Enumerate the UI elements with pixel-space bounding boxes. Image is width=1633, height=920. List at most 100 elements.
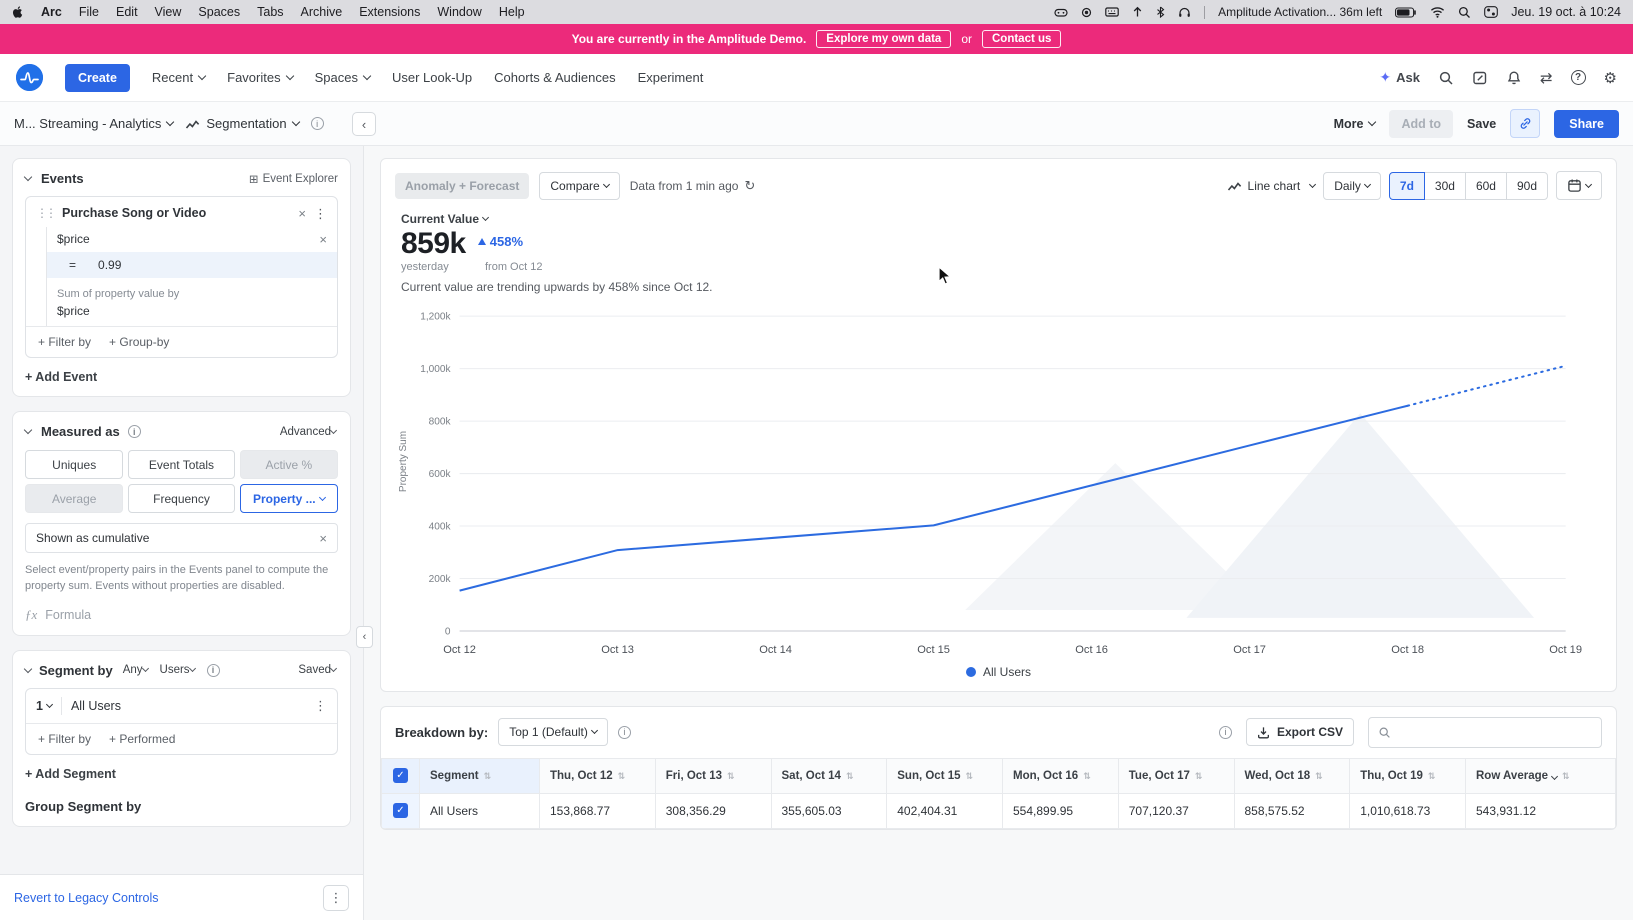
refresh-icon[interactable]: ↻ bbox=[744, 178, 755, 194]
info-icon[interactable]: i bbox=[128, 425, 141, 438]
collapse-section-icon[interactable] bbox=[24, 665, 32, 673]
menubar-status-text[interactable]: Amplitude Activation... 36m left bbox=[1218, 5, 1382, 19]
saved-dropdown[interactable]: Saved bbox=[298, 664, 338, 676]
record-dot-icon[interactable] bbox=[1081, 7, 1092, 18]
project-selector[interactable]: M... Streaming - Analytics bbox=[14, 116, 173, 131]
operator-select[interactable]: = bbox=[69, 258, 76, 272]
info-icon[interactable]: i bbox=[618, 726, 631, 739]
sum-property-name[interactable]: $price bbox=[57, 300, 327, 318]
column-header-oct19[interactable]: Thu, Oct 19⇅ bbox=[1350, 758, 1466, 793]
ask-ai-button[interactable]: ✦Ask bbox=[1379, 69, 1420, 86]
property-value[interactable]: 0.99 bbox=[98, 258, 121, 272]
apple-menu-icon[interactable] bbox=[12, 5, 24, 19]
event-options-icon[interactable]: ⋮ bbox=[314, 207, 327, 220]
row-checkbox[interactable]: ✓ bbox=[393, 803, 408, 818]
menubar-menu-archive[interactable]: Archive bbox=[301, 5, 343, 19]
nav-favorites[interactable]: Favorites bbox=[227, 70, 292, 85]
nav-cohorts-audiences[interactable]: Cohorts & Audiences bbox=[494, 70, 615, 85]
compose-icon[interactable] bbox=[1472, 70, 1488, 86]
menubar-app-name[interactable]: Arc bbox=[41, 5, 62, 19]
event-name[interactable]: Purchase Song or Video bbox=[62, 206, 290, 220]
add-segment-button[interactable]: + Add Segment bbox=[25, 767, 338, 781]
chart-type-selector[interactable]: Line chart bbox=[1227, 179, 1316, 193]
granularity-dropdown[interactable]: Daily bbox=[1323, 172, 1381, 200]
game-controller-icon[interactable] bbox=[1054, 7, 1068, 18]
info-icon[interactable]: i bbox=[207, 664, 220, 677]
measure-uniques-button[interactable]: Uniques bbox=[25, 450, 123, 479]
battery-icon[interactable] bbox=[1395, 7, 1417, 18]
copy-link-icon[interactable] bbox=[1510, 109, 1540, 138]
compare-button[interactable]: Compare bbox=[539, 172, 619, 200]
formula-button[interactable]: ƒx Formula bbox=[25, 607, 338, 623]
column-header-oct12[interactable]: Thu, Oct 12⇅ bbox=[540, 758, 656, 793]
property-filter-condition[interactable]: = 0.99 bbox=[47, 252, 337, 278]
measure-event-totals-button[interactable]: Event Totals bbox=[128, 450, 234, 479]
collapse-section-icon[interactable] bbox=[24, 426, 32, 434]
info-icon[interactable]: i bbox=[1219, 726, 1232, 739]
segment-cell[interactable]: All Users bbox=[420, 793, 540, 828]
create-button[interactable]: Create bbox=[65, 64, 130, 92]
filter-by-button[interactable]: + Filter by bbox=[38, 335, 91, 349]
menubar-menu-tabs[interactable]: Tabs bbox=[257, 5, 283, 19]
keyboard-icon[interactable] bbox=[1105, 7, 1119, 17]
panel-collapse-handle[interactable]: ‹ bbox=[356, 626, 373, 648]
any-dropdown[interactable]: Any bbox=[123, 664, 150, 676]
menubar-menu-edit[interactable]: Edit bbox=[116, 5, 138, 19]
search-icon[interactable] bbox=[1438, 70, 1454, 86]
measure-frequency-button[interactable]: Frequency bbox=[128, 484, 234, 513]
help-icon[interactable]: ? bbox=[1571, 70, 1586, 85]
menubar-menu-extensions[interactable]: Extensions bbox=[359, 5, 420, 19]
column-header-oct18[interactable]: Wed, Oct 18⇅ bbox=[1234, 758, 1350, 793]
export-csv-button[interactable]: Export CSV bbox=[1246, 718, 1354, 746]
settings-gear-icon[interactable]: ⚙ bbox=[1604, 69, 1617, 87]
menubar-menu-view[interactable]: View bbox=[155, 5, 182, 19]
menubar-menu-window[interactable]: Window bbox=[437, 5, 481, 19]
remove-event-icon[interactable]: × bbox=[298, 207, 306, 220]
column-header-row-average[interactable]: Row Average⇅ bbox=[1466, 758, 1616, 793]
nav-user-lookup[interactable]: User Look-Up bbox=[392, 70, 472, 85]
column-header-segment[interactable]: Segment⇅ bbox=[420, 758, 540, 793]
headphones-icon[interactable] bbox=[1178, 6, 1191, 18]
collapse-section-icon[interactable] bbox=[24, 173, 32, 181]
menubar-menu-help[interactable]: Help bbox=[499, 5, 525, 19]
amplitude-logo[interactable] bbox=[16, 64, 43, 91]
control-center-icon[interactable] bbox=[1484, 6, 1498, 18]
drag-handle-icon[interactable]: ⋮⋮ bbox=[36, 206, 54, 220]
nav-spaces[interactable]: Spaces bbox=[315, 70, 370, 85]
revert-legacy-controls-link[interactable]: Revert to Legacy Controls bbox=[14, 891, 159, 905]
remove-cumulative-icon[interactable]: × bbox=[319, 532, 327, 545]
group-by-button[interactable]: + Group-by bbox=[109, 335, 169, 349]
users-dropdown[interactable]: Users bbox=[160, 664, 197, 676]
sidebar-collapse-button[interactable]: ‹ bbox=[352, 112, 376, 136]
menubar-menu-file[interactable]: File bbox=[79, 5, 99, 19]
menubar-menu-spaces[interactable]: Spaces bbox=[198, 5, 240, 19]
nav-recent[interactable]: Recent bbox=[152, 70, 205, 85]
bluetooth-icon[interactable] bbox=[1156, 6, 1165, 18]
column-header-oct14[interactable]: Sat, Oct 14⇅ bbox=[771, 758, 887, 793]
metric-selector[interactable]: Current Value bbox=[401, 212, 1596, 226]
wifi-icon[interactable] bbox=[1430, 6, 1445, 18]
explore-my-own-data-button[interactable]: Explore my own data bbox=[816, 30, 951, 48]
range-90d-button[interactable]: 90d bbox=[1506, 172, 1548, 200]
notifications-bell-icon[interactable] bbox=[1506, 70, 1522, 86]
column-header-oct16[interactable]: Mon, Oct 16⇅ bbox=[1003, 758, 1119, 793]
segment-name[interactable]: All Users bbox=[71, 699, 305, 713]
advanced-dropdown[interactable]: Advanced bbox=[280, 426, 338, 438]
range-30d-button[interactable]: 30d bbox=[1424, 172, 1466, 200]
chart-legend[interactable]: All Users bbox=[381, 659, 1616, 691]
column-header-oct15[interactable]: Sun, Oct 15⇅ bbox=[887, 758, 1003, 793]
measure-property-sum-button[interactable]: Property ... bbox=[240, 484, 338, 513]
share-button[interactable]: Share bbox=[1554, 110, 1619, 138]
select-all-checkbox[interactable]: ✓ bbox=[393, 768, 408, 783]
menubar-clock[interactable]: Jeu. 19 oct. à 10:24 bbox=[1511, 5, 1621, 19]
range-7d-button[interactable]: 7d bbox=[1389, 172, 1425, 200]
contact-us-button[interactable]: Contact us bbox=[982, 30, 1061, 48]
line-chart[interactable]: 0200k400k600k800k1,000k1,200kOct 12Oct 1… bbox=[395, 302, 1602, 659]
upload-arrow-icon[interactable] bbox=[1132, 6, 1143, 18]
range-60d-button[interactable]: 60d bbox=[1465, 172, 1507, 200]
filter-property-name[interactable]: $price bbox=[57, 232, 90, 246]
nav-experiment[interactable]: Experiment bbox=[638, 70, 704, 85]
info-icon[interactable]: i bbox=[311, 117, 324, 130]
event-explorer-button[interactable]: ⊞Event Explorer bbox=[249, 172, 338, 186]
segment-performed-button[interactable]: + Performed bbox=[109, 732, 175, 746]
